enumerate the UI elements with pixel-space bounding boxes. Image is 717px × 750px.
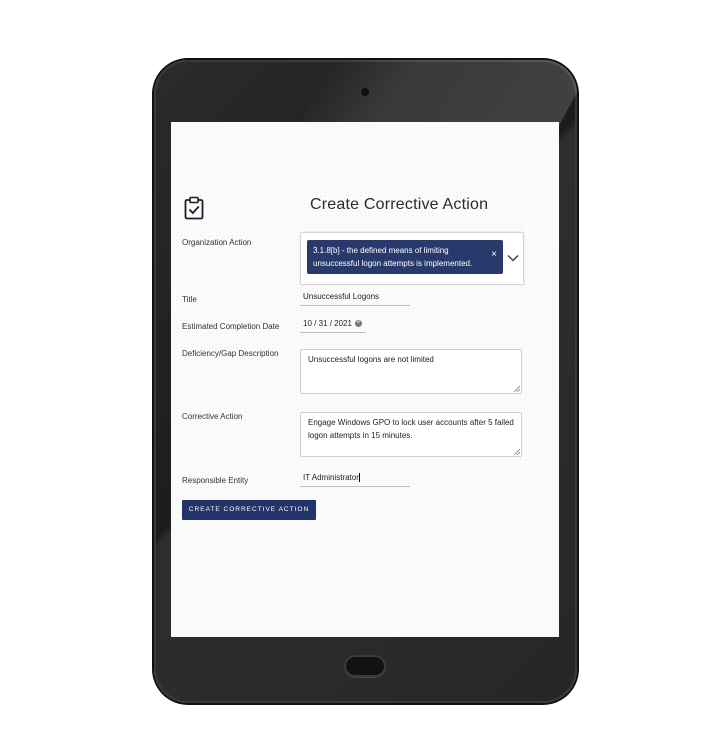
title-label: Title	[182, 295, 197, 304]
deficiency-textarea[interactable]: Unsuccessful logons are not limited	[300, 349, 522, 394]
clear-date-icon[interactable]: ×	[354, 320, 362, 328]
home-button[interactable]	[344, 655, 386, 677]
text-cursor	[358, 473, 360, 483]
corrective-action-textarea[interactable]: Engage Windows GPO to lock user accounts…	[300, 412, 522, 457]
close-icon[interactable]: ×	[491, 250, 497, 260]
deficiency-value: Unsuccessful logons are not limited	[308, 355, 434, 364]
tablet-screen: Create Corrective Action Organization Ac…	[171, 122, 559, 637]
chevron-down-icon[interactable]	[507, 254, 519, 262]
page-title: Create Corrective Action	[310, 196, 489, 213]
completion-date-input[interactable]: 10 / 31 / 2021 ×	[300, 319, 366, 333]
selected-action-chip: 3.1.8[b] - the defined means of limiting…	[307, 240, 503, 274]
clipboard-check-icon	[184, 196, 204, 220]
title-input[interactable]: Unsuccessful Logons	[300, 292, 410, 306]
responsible-entity-value: IT Administrator	[303, 473, 359, 482]
responsible-entity-input[interactable]: IT Administrator	[300, 473, 410, 487]
responsible-entity-label: Responsible Entity	[182, 476, 249, 485]
tablet-reflection	[296, 60, 577, 130]
create-corrective-action-button[interactable]: CREATE CORRECTIVE ACTION	[182, 500, 316, 520]
corrective-action-line-1: Engage Windows GPO to lock user accounts…	[308, 418, 514, 427]
completion-date-label: Estimated Completion Date	[182, 322, 280, 331]
resize-handle-icon[interactable]	[514, 449, 520, 455]
deficiency-label: Deficiency/Gap Description	[182, 349, 279, 358]
corrective-action-label: Corrective Action	[182, 412, 243, 421]
organization-action-label: Organization Action	[182, 238, 252, 247]
selected-action-line-1: 3.1.8[b] - the defined means of limiting	[313, 246, 449, 255]
corrective-action-line-2: logon attempts in 15 minutes.	[308, 431, 413, 440]
camera-icon	[361, 88, 369, 96]
organization-action-select[interactable]: 3.1.8[b] - the defined means of limiting…	[300, 232, 524, 285]
selected-action-line-2: unsuccessful logon attempts is implement…	[313, 259, 473, 268]
resize-handle-icon[interactable]	[514, 386, 520, 392]
completion-date-value: 10 / 31 / 2021	[303, 319, 352, 328]
